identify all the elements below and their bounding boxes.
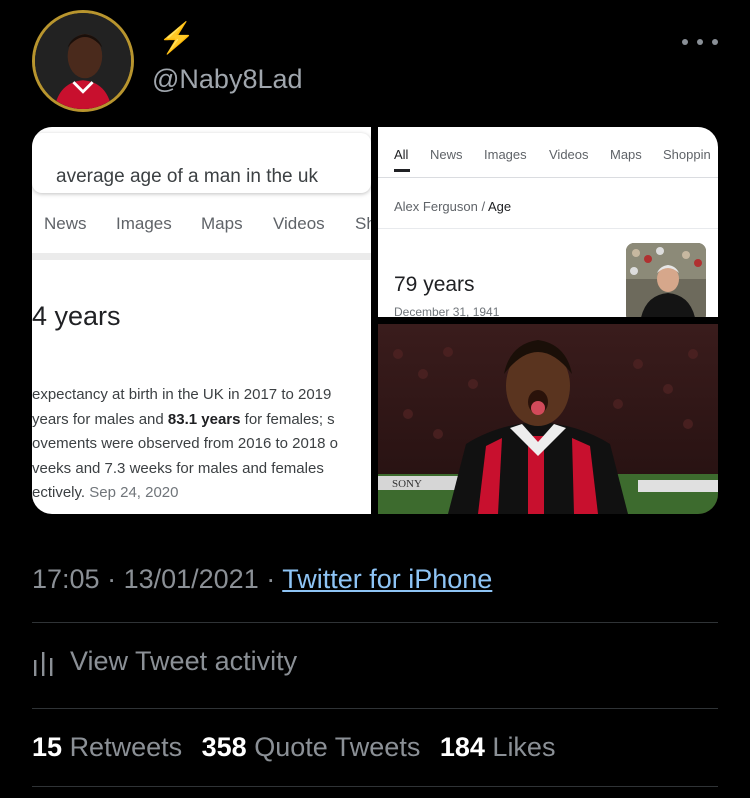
view-tweet-activity-button[interactable]: View Tweet activity — [32, 646, 297, 677]
desc-date: Sep 24, 2020 — [89, 484, 179, 501]
desc-line: veeks and 7.3 weeks for males and female… — [32, 459, 324, 477]
likes-count: 184 — [439, 732, 485, 762]
answer-value: 4 years — [32, 301, 121, 331]
avatar[interactable] — [32, 10, 134, 112]
retweets-count: 15 — [32, 732, 63, 762]
answer-value: 79 years — [394, 273, 475, 296]
tab-images: Images — [484, 147, 527, 162]
tab-maps: Maps — [610, 147, 642, 162]
divider — [32, 253, 371, 260]
desc-line: years for males and 83.1 years for femal… — [32, 410, 335, 428]
divider — [32, 708, 718, 709]
search-query: average age of a man in the uk — [56, 166, 318, 187]
avatar-image — [35, 13, 131, 109]
dot — [682, 39, 688, 45]
desc-line: ovements were observed from 2016 to 2018… — [32, 435, 339, 452]
tab-images: Images — [116, 214, 172, 233]
analytics-icon — [34, 651, 53, 676]
likes-stat[interactable]: 184 Likes — [440, 732, 556, 762]
search-box: average age of a man in the uk — [32, 133, 371, 193]
media-image-google-search-right[interactable]: All News Images Videos Maps Shoppin Alex… — [378, 127, 718, 317]
quote-tweets-stat[interactable]: 358 Quote Tweets — [202, 732, 421, 762]
dot — [697, 39, 703, 45]
search-tabs: News Images Maps Videos Sh — [32, 214, 371, 240]
tweet-stats: 15 Retweets 358 Quote Tweets 184 Likes — [32, 732, 555, 763]
desc-line: ectively. Sep 24, 2020 — [32, 484, 179, 501]
person-photo — [626, 243, 706, 317]
retweets-stat[interactable]: 15 Retweets — [32, 732, 182, 762]
tab-all: All — [394, 147, 409, 162]
divider — [32, 622, 718, 623]
divider — [378, 177, 718, 178]
tab-news: News — [44, 214, 87, 233]
user-handle[interactable]: @Naby8Lad — [152, 64, 303, 95]
media-image-google-search-left[interactable]: average age of a man in the uk News Imag… — [32, 127, 371, 514]
tab-shopping: Sh — [355, 214, 371, 233]
tab-maps: Maps — [201, 214, 243, 233]
tab-news: News — [430, 147, 463, 162]
board-text: SONY — [392, 478, 422, 490]
tweet-source-link[interactable]: Twitter for iPhone — [282, 564, 492, 594]
tab-videos: Videos — [549, 147, 589, 162]
breadcrumb: Alex Ferguson / Age — [394, 199, 512, 214]
tweet-media[interactable]: average age of a man in the uk News Imag… — [32, 127, 718, 514]
divider — [32, 786, 718, 787]
active-tab-indicator — [394, 169, 410, 172]
desc-line: expectancy at birth in the UK in 2017 to… — [32, 386, 332, 403]
tab-shopping: Shoppin — [663, 147, 711, 162]
media-gif[interactable]: SONY — [378, 324, 718, 514]
tab-videos: Videos — [273, 214, 325, 233]
tweet-date: 13/01/2021 — [123, 564, 259, 594]
tweet-timestamp: 17:05 · 13/01/2021 · Twitter for iPhone — [32, 564, 493, 594]
activity-label: View Tweet activity — [70, 646, 298, 676]
dot — [712, 39, 718, 45]
quote-tweets-count: 358 — [201, 732, 247, 762]
birth-date: December 31, 1941 — [394, 305, 500, 317]
divider — [378, 228, 718, 229]
bolt-emoji: ⚡ — [158, 22, 196, 55]
answer-description: expectancy at birth in the UK in 2017 to… — [32, 383, 371, 506]
tweet-time: 17:05 — [32, 564, 100, 594]
more-options-icon[interactable] — [682, 36, 718, 48]
